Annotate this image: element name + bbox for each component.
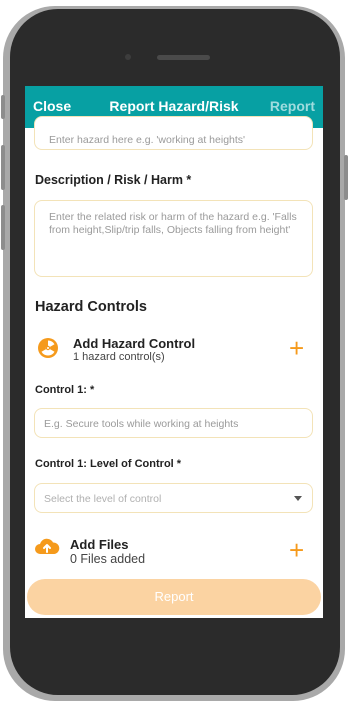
hazard-input[interactable]: Enter hazard here e.g. 'working at heigh… [34,116,313,150]
hazard-input-placeholder: Enter hazard here e.g. 'working at heigh… [49,134,246,146]
camera-icon [125,54,131,60]
report-header-button[interactable]: Report [270,98,315,114]
control-1-input[interactable]: E.g. Secure tools while working at heigh… [34,408,313,438]
speaker-grille [157,55,210,60]
side-button [344,155,348,200]
report-button[interactable]: Report [27,579,321,615]
level-of-control-label: Control 1: Level of Control * [35,458,182,470]
add-hazard-control-plus-icon[interactable]: + [289,335,304,361]
add-files-plus-icon[interactable]: + [289,537,304,563]
control-1-placeholder: E.g. Secure tools while working at heigh… [44,418,239,430]
hazard-control-count: 1 hazard control(s) [73,351,165,363]
hazard-controls-title: Hazard Controls [35,299,147,315]
description-textarea[interactable]: Enter the related risk or harm of the ha… [34,200,313,277]
level-of-control-placeholder: Select the level of control [44,493,162,505]
add-files-title[interactable]: Add Files [70,537,129,552]
description-label: Description / Risk / Harm * [35,173,192,187]
side-button [1,205,5,250]
level-of-control-select[interactable]: Select the level of control [34,483,313,513]
hazard-radiation-icon [37,337,59,359]
chevron-down-icon [294,496,302,501]
add-hazard-control-title[interactable]: Add Hazard Control [73,336,195,351]
app-screen: Close Report Hazard/Risk Report Enter ha… [25,86,323,618]
files-count: 0 Files added [70,552,146,566]
cloud-upload-icon [34,536,60,558]
side-button [1,145,5,190]
control-1-label: Control 1: * [35,384,95,396]
side-button [1,95,5,119]
description-placeholder: Enter the related risk or harm of the ha… [49,211,297,236]
